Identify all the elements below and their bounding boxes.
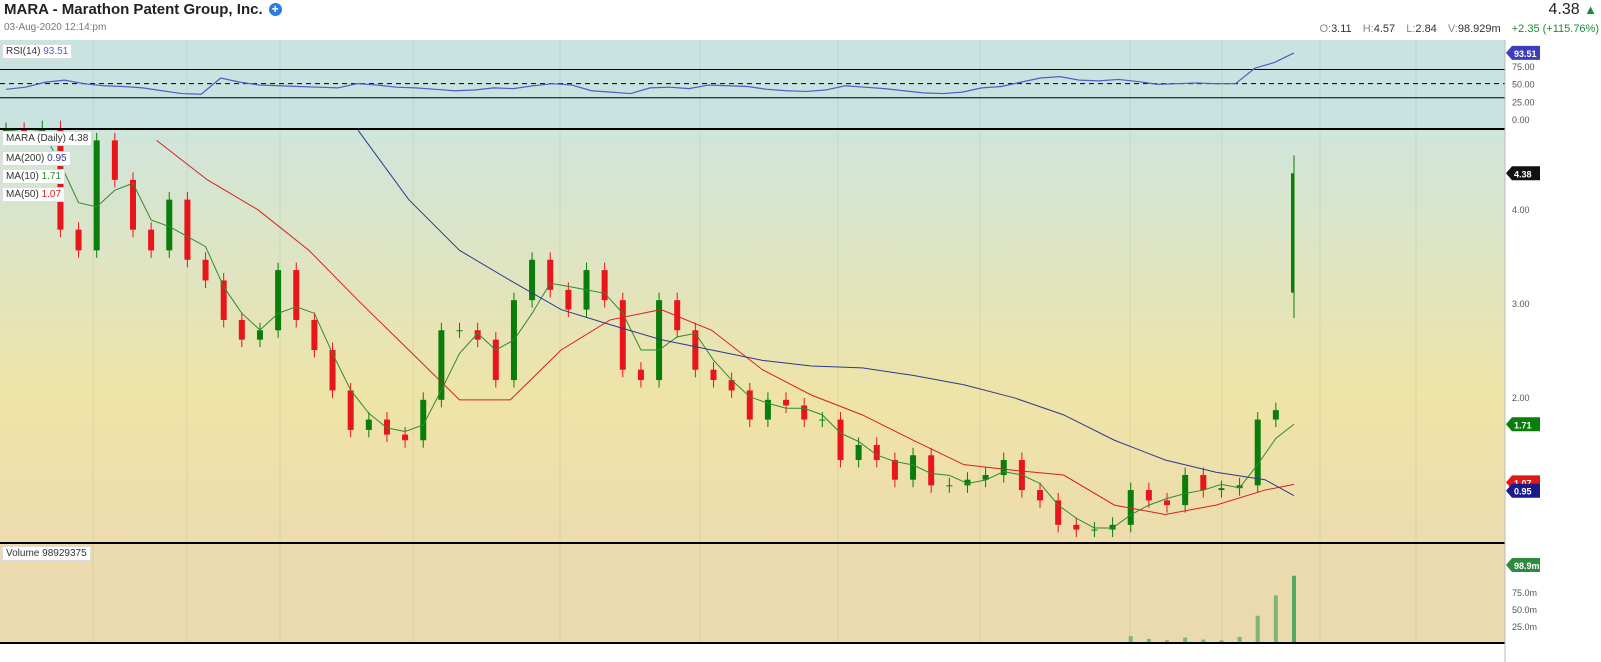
price-legend: MARA (Daily) 4.38 (2, 131, 93, 146)
candle (855, 444, 862, 460)
ma200-legend-value: 0.95 (47, 153, 67, 164)
volume-value-label: 98.9m (1514, 561, 1540, 571)
candle (166, 199, 173, 251)
rsi-legend-value: 93.51 (43, 46, 69, 57)
candle (1109, 524, 1116, 530)
ma10-legend-name: MA(10) (6, 171, 39, 182)
rsi-tick-label: 50.00 (1512, 80, 1535, 90)
candle (492, 339, 499, 381)
price-legend-name: MARA (Daily) (6, 133, 67, 144)
volume-bar (1128, 636, 1133, 643)
rsi-legend: RSI(14) 93.51 (2, 44, 73, 59)
candle (819, 419, 826, 421)
candle (402, 434, 409, 441)
volume-bar (1255, 615, 1260, 643)
candle (293, 270, 300, 320)
candle (1218, 488, 1225, 491)
candle (1091, 529, 1098, 531)
volume-legend-value: 98929375 (42, 548, 87, 559)
rsi-tick-label: 75.00 (1512, 62, 1535, 72)
candle (891, 459, 898, 480)
volume-legend: Volume 98929375 (2, 546, 91, 561)
candle (1291, 173, 1294, 293)
candle (238, 319, 245, 340)
candle (1073, 524, 1080, 530)
candle (1055, 500, 1062, 525)
candle (383, 419, 390, 435)
ma200-legend: MA(200) 0.95 (2, 151, 71, 166)
candle (1200, 475, 1207, 491)
candle (275, 270, 282, 331)
volume-legend-name: Volume (6, 548, 40, 559)
candle (75, 229, 82, 251)
stock-chart[interactable]: 75.00 50.00 25.00 0.00 93.51 4.00 3.00 2.00 4.38… (0, 0, 1601, 662)
candle (93, 140, 100, 251)
volume-bar (1273, 595, 1278, 643)
rsi-legend-name: RSI(14) (6, 46, 41, 57)
candle (946, 485, 953, 487)
candle (202, 259, 209, 281)
candle (256, 330, 263, 340)
ma50-legend: MA(50) 1.07 (2, 187, 66, 202)
candle (329, 350, 336, 391)
price-legend-value: 4.38 (68, 133, 89, 144)
volume-tick-label: 75.0m (1512, 588, 1537, 598)
candle (783, 399, 790, 406)
ma10-legend-value: 1.71 (41, 171, 62, 182)
ma200-value-label: 0.95 (1514, 487, 1532, 497)
candle (801, 405, 808, 420)
candle (1037, 490, 1044, 501)
last-price-label: 4.38 (1514, 169, 1532, 179)
ma50-legend-value: 1.07 (41, 189, 62, 200)
volume-panel (0, 543, 1505, 643)
candle (347, 390, 354, 430)
ma200-legend-name: MA(200) (6, 153, 45, 164)
rsi-tick-label: 25.00 (1512, 97, 1535, 107)
candle (1182, 475, 1189, 506)
rsi-value-label: 93.51 (1514, 49, 1537, 59)
candle (637, 369, 644, 381)
rsi-tick-label: 0.00 (1512, 115, 1530, 125)
ma50-legend-name: MA(50) (6, 189, 39, 200)
candle (565, 289, 572, 310)
candle (873, 444, 880, 460)
candle (184, 199, 191, 260)
volume-tick-label: 50.0m (1512, 605, 1537, 615)
candle (710, 369, 717, 381)
price-tick-label: 3.00 (1512, 299, 1530, 309)
volume-tick-label: 25.0m (1512, 622, 1537, 632)
volume-bar (1292, 575, 1296, 643)
candle (928, 455, 935, 486)
candle (910, 455, 917, 480)
price-tick-label: 2.00 (1512, 393, 1530, 403)
rsi-panel (0, 40, 1505, 129)
candle (111, 140, 118, 180)
candle (837, 419, 844, 460)
ma10-value-label: 1.71 (1514, 420, 1532, 430)
candle (1254, 419, 1261, 486)
candle (1145, 490, 1152, 501)
candle (456, 330, 463, 332)
candle (311, 319, 318, 350)
candle (1164, 500, 1171, 506)
candle (148, 229, 155, 251)
candle (547, 259, 554, 290)
candle (1272, 410, 1279, 420)
price-tick-label: 4.00 (1512, 205, 1530, 215)
candle (365, 419, 372, 430)
ma10-legend: MA(10) 1.71 (2, 169, 66, 184)
